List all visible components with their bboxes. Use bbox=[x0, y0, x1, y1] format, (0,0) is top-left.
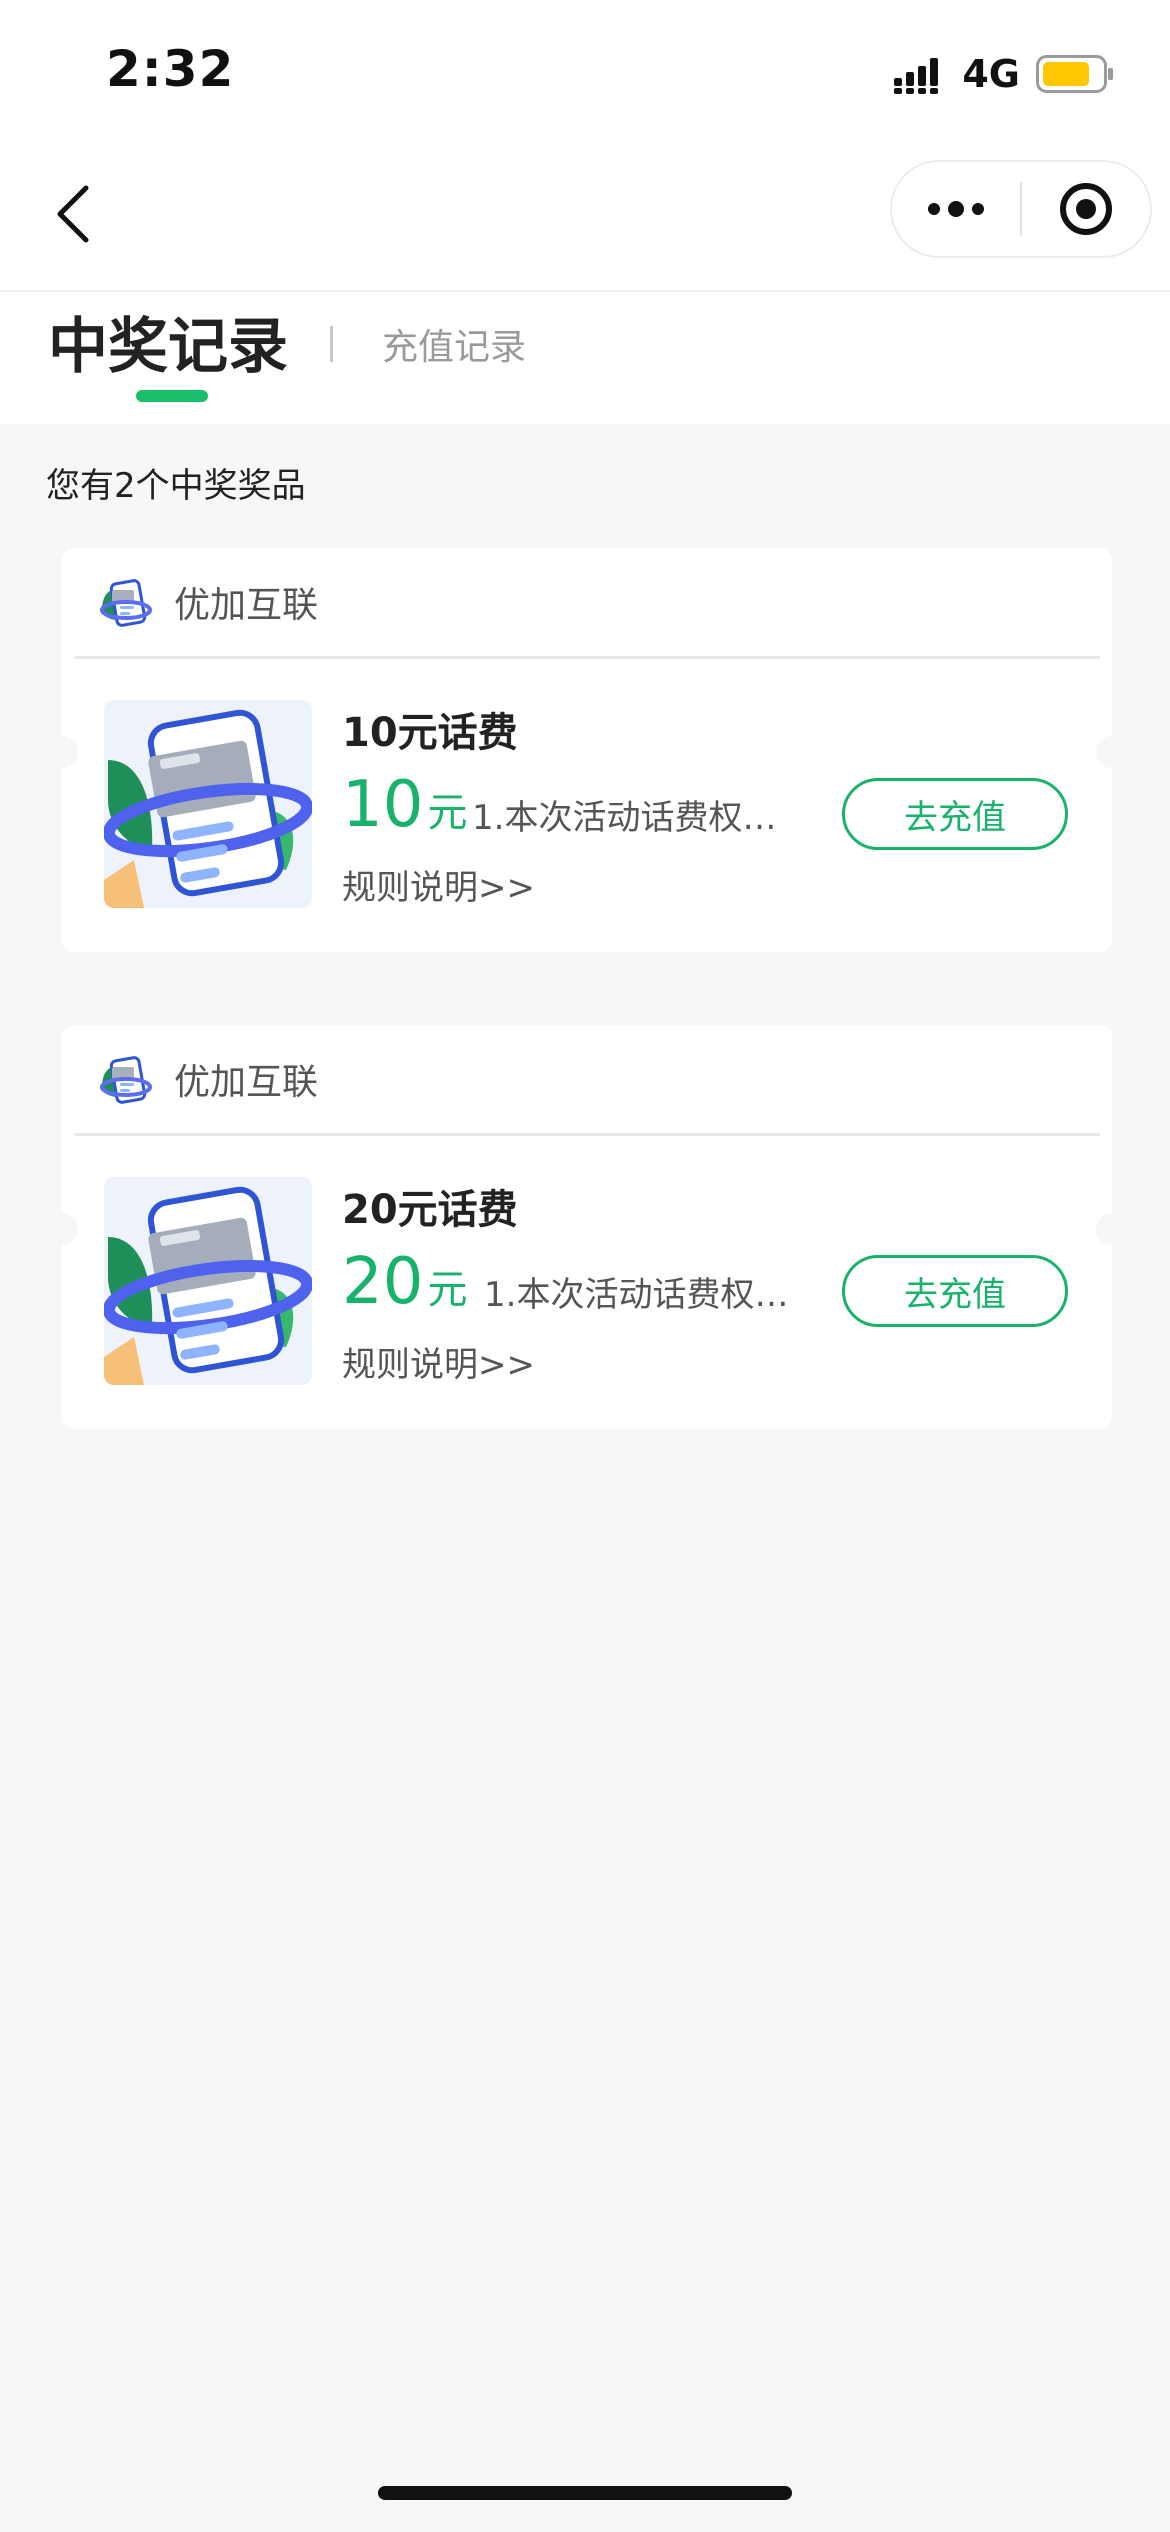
prize-title: 20元话费 bbox=[342, 1187, 518, 1233]
mini-program-capsule bbox=[890, 160, 1152, 258]
recharge-button[interactable]: 去充值 bbox=[842, 1255, 1068, 1327]
tab-prize-records[interactable]: 中奖记录 bbox=[48, 298, 288, 385]
rules-link[interactable]: 规则说明>> bbox=[342, 1337, 535, 1386]
network-label: 4G bbox=[962, 52, 1020, 96]
card-divider bbox=[74, 656, 1100, 659]
card-header: 优加互联 bbox=[62, 548, 1112, 658]
amount-number: 10 bbox=[342, 768, 424, 842]
status-time: 2:32 bbox=[106, 40, 235, 98]
brand-logo-icon bbox=[100, 579, 152, 627]
prize-description: 1.本次活动话费权益由合作方提供 bbox=[472, 798, 802, 838]
tab-active-indicator bbox=[136, 390, 208, 402]
prize-amount: 10 元 bbox=[342, 768, 467, 842]
prize-image bbox=[104, 1177, 312, 1385]
prize-description: 1.本次活动话费权益由合作方提供 bbox=[484, 1275, 814, 1315]
tab-recharge-records[interactable]: 充值记录 bbox=[382, 318, 526, 370]
card-divider bbox=[74, 1133, 1100, 1136]
back-button[interactable] bbox=[32, 174, 112, 254]
home-indicator bbox=[378, 2486, 792, 2500]
chevron-left-icon bbox=[57, 185, 89, 243]
prize-count-summary: 您有2个中奖奖品 bbox=[46, 466, 306, 506]
amount-unit: 元 bbox=[427, 1267, 468, 1313]
amount-number: 20 bbox=[342, 1245, 424, 1319]
prize-image bbox=[104, 700, 312, 908]
phone-credit-illustration-icon bbox=[104, 700, 312, 908]
brand-name: 优加互联 bbox=[174, 1062, 319, 1103]
prize-amount: 20 元 bbox=[342, 1245, 467, 1319]
record-tabs: 中奖记录 充值记录 bbox=[0, 290, 1170, 424]
navigation-bar bbox=[0, 150, 1170, 290]
status-indicators: 4G bbox=[892, 52, 1114, 96]
close-button[interactable] bbox=[1022, 162, 1150, 256]
rules-link[interactable]: 规则说明>> bbox=[342, 860, 535, 909]
target-circle-icon bbox=[1060, 183, 1112, 235]
card-header: 优加互联 bbox=[62, 1025, 1112, 1135]
status-bar: 2:32 4G bbox=[0, 0, 1170, 150]
signal-icon bbox=[894, 58, 939, 94]
tab-separator bbox=[330, 326, 333, 362]
amount-unit: 元 bbox=[427, 790, 468, 836]
more-button[interactable] bbox=[892, 162, 1020, 256]
battery-icon bbox=[1036, 55, 1113, 93]
prize-card: 优加互联 20元话费 20 元 1.本次活动话费权益由合作方提供 规则说明>> … bbox=[46, 1025, 1128, 1429]
recharge-button[interactable]: 去充值 bbox=[842, 778, 1068, 850]
phone-credit-illustration-icon bbox=[104, 1177, 312, 1385]
prize-title: 10元话费 bbox=[342, 710, 518, 756]
prize-card: 优加互联 10元话费 10 元 1.本次活动话费权益由合作方提供 规则说明>> … bbox=[46, 548, 1128, 952]
brand-name: 优加互联 bbox=[174, 585, 319, 626]
more-dots-icon bbox=[928, 201, 984, 217]
brand-logo-icon bbox=[100, 1056, 152, 1104]
